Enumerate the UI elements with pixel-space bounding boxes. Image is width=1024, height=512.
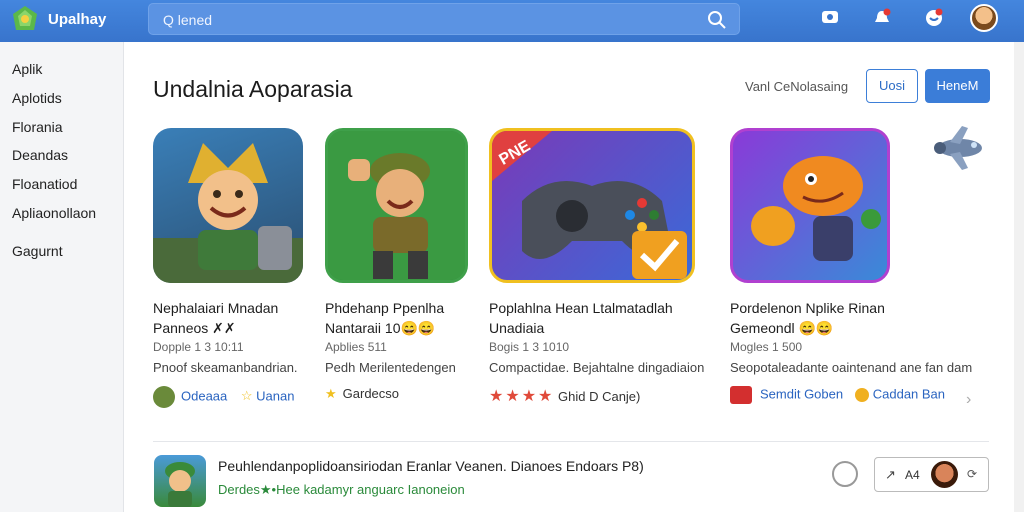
divider [153,441,989,442]
card-title-3[interactable]: Poplahlna Hean Ltalmatadlah Unadiaia [489,298,673,338]
card-meta-4: Mogles 1 500 [730,340,803,354]
developer-link[interactable]: Gardecso [343,386,399,401]
sidebar-item-3[interactable]: Florania [12,119,63,135]
rating-link[interactable]: Uanan [256,388,294,403]
list-item-thumbnail[interactable] [154,455,206,507]
app-card-3[interactable]: PNE Poplahlna Hean Ltalmatadlah Unadiaia… [489,128,729,418]
action-label: A4 [905,468,920,482]
search-input[interactable]: Q lened [163,12,212,28]
card-meta-1: Dopple 1 3 10:11 [153,340,244,354]
card-meta-3: Bogis 1 3 1010 [489,340,570,354]
chevron-right-icon[interactable]: › [966,391,971,409]
card-footer-4: Semdit Goben Caddan Ban [730,386,945,412]
rating-stars-icon: ★★★★ [489,388,555,405]
player-avatar [931,461,958,488]
card-footer-3: ★★★★ Ghid D Canje) [489,386,640,412]
notification-icon[interactable] [872,8,892,28]
category-link[interactable]: Caddan Ban [873,386,945,401]
card-desc-1: Pnoof skeamanbandrian. [153,360,298,375]
top-bar: Upalhay Q lened [0,0,1024,42]
sidebar-item-6[interactable]: Apliaonollaon [12,205,96,221]
rating-text: Ghid D Canje) [558,389,641,404]
user-avatar[interactable] [970,4,998,32]
messages-icon[interactable] [924,8,944,28]
card-title-1[interactable]: Nephalaiari Mnadan Panneos ✗✗ [153,298,278,338]
developer-link[interactable]: Odeaaa [181,388,227,403]
app-logo-icon[interactable] [10,4,40,34]
secondary-button[interactable]: Uosi [866,69,918,103]
card-title-2[interactable]: Phdehanp Ppenlha Nantaraii 10😄😄 [325,298,444,338]
coin-icon [854,388,869,402]
primary-button[interactable]: HeneM [925,69,990,103]
sidebar-item-2[interactable]: Aplotids [12,90,62,106]
star-icon: ☆ [240,388,253,404]
sidebar-item-1[interactable]: Aplik [12,61,42,77]
game-thumbnail-1[interactable] [153,128,303,283]
developer-avatar-icon [153,386,175,408]
game-thumbnail-2[interactable] [325,128,468,283]
card-desc-3: Compactidae. Bejahtalne dingadiaion [489,360,705,375]
card-footer-2: ★ Gardecso [325,386,399,412]
search-bar[interactable]: Q lened [148,3,740,35]
scrollbar[interactable] [1014,42,1024,512]
developer-link[interactable]: Semdit Goben [760,386,843,401]
list-item-action-button[interactable]: ↗ A4 ⟳ [874,457,989,492]
sidebar: Aplik Aplotids Florania Deandas Floanati… [0,42,124,512]
list-item-subtitle: Derdes★•Hee kadamyr anguarc Ianoneion [218,482,465,497]
card-footer-1: Odeaaa ☆ Uanan [153,386,294,412]
page-title: Undalnia Aoparasia [153,76,353,102]
game-thumbnail-4[interactable] [730,128,890,283]
list-item-title[interactable]: Peuhlendanpoplidoansiriodan Eranlar Vean… [218,458,644,474]
sidebar-item-5[interactable]: Floanatiod [12,176,77,192]
chat-icon[interactable] [820,8,840,28]
brand-name: Upalhay [48,11,107,28]
sidebar-item-7[interactable]: Gagurnt [12,243,63,259]
sidebar-item-4[interactable]: Deandas [12,147,68,163]
card-meta-2: Apblies 511 [325,340,387,354]
sort-label[interactable]: Vanl CeNolasaing [745,79,848,94]
card-desc-4: Seopotaleadante oaintenand ane fan dam [730,360,973,375]
clock-icon[interactable] [832,461,858,487]
card-desc-2: Pedh Merilentedengen [325,360,456,375]
refresh-icon: ⟳ [967,467,978,481]
app-card-4[interactable]: Pordelenon Nplike Rinan Gemeondl 😄😄 Mogl… [730,128,973,418]
game-thumbnail-3[interactable]: PNE [489,128,695,283]
edit-icon: ↗ [885,467,896,482]
search-icon[interactable] [707,10,727,30]
gift-icon [730,386,752,404]
star-icon: ★ [325,386,337,401]
card-title-4[interactable]: Pordelenon Nplike Rinan Gemeondl 😄😄 [730,298,885,338]
